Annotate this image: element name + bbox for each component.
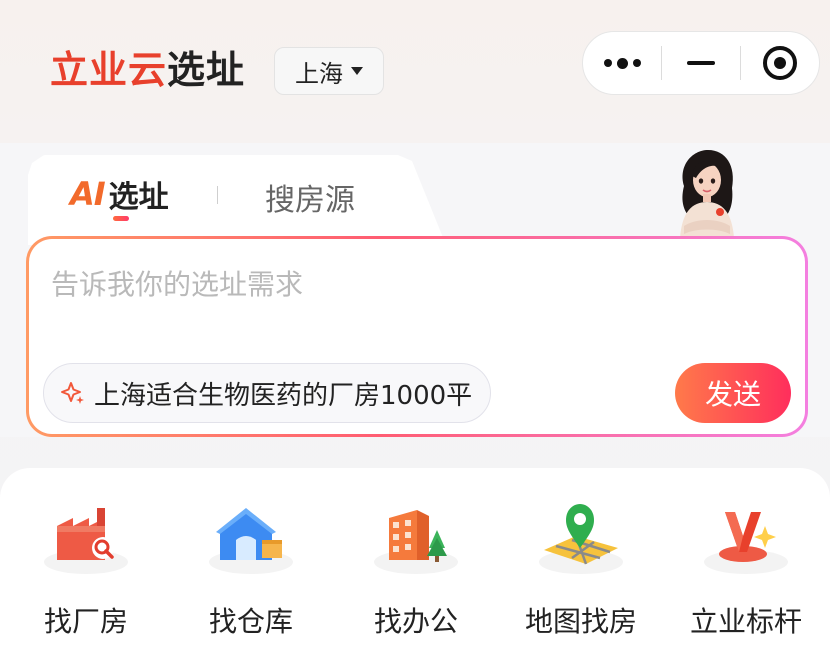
logo-suffix-text: 选址 [167, 48, 246, 92]
logo-brand-text: 立业云 [50, 48, 168, 92]
target-close-icon [763, 46, 797, 80]
tab-ai-select[interactable]: AI 选址 [70, 172, 169, 216]
tab-ai-label: 选址 [108, 180, 169, 215]
sparkle-icon [61, 382, 84, 404]
tab-active-indicator [113, 216, 129, 221]
entry-label: 找厂房 [43, 605, 128, 638]
caret-down-icon [351, 67, 363, 75]
warehouse-icon [209, 508, 293, 574]
factory-search-icon [44, 508, 128, 574]
entry-find-office[interactable]: 找办公 [351, 496, 481, 646]
city-selector[interactable]: 上海 [274, 47, 384, 95]
entry-benchmark[interactable]: 立业标杆 [681, 496, 811, 646]
requirement-input[interactable]: 告诉我你的选址需求 [51, 263, 303, 303]
entry-label: 找办公 [373, 605, 458, 638]
benchmark-trophy-icon [704, 512, 788, 574]
suggestion-text: 上海适合生物医药的厂房1000平 [94, 380, 473, 411]
entry-find-warehouse[interactable]: 找仓库 [186, 496, 316, 646]
entry-map-search[interactable]: 地图找房 [516, 496, 646, 646]
more-dots-icon [603, 57, 641, 69]
ai-logo-icon: AI [70, 175, 106, 213]
map-pin-icon [539, 504, 623, 574]
quick-entry-grid: 找厂房 找仓库 找办公 地图找房 立业标杆 [0, 468, 830, 667]
entry-label: 立业标杆 [689, 605, 802, 638]
entry-find-factory[interactable]: 找厂房 [21, 496, 151, 646]
tab-search-listings[interactable]: 搜房源 [265, 175, 355, 219]
entry-label: 地图找房 [524, 605, 637, 638]
entry-label: 找仓库 [208, 605, 293, 638]
city-label: 上海 [295, 59, 343, 88]
tab-divider [217, 186, 218, 204]
minimize-icon [687, 61, 715, 65]
requirement-input-inner: 告诉我你的选址需求 上海适合生物医药的厂房1000平 发送 [29, 239, 805, 434]
assistant-avatar [680, 150, 734, 238]
miniprogram-capsule [582, 31, 820, 95]
close-button[interactable] [741, 32, 819, 94]
office-building-icon [374, 510, 458, 574]
requirement-input-box: 告诉我你的选址需求 上海适合生物医药的厂房1000平 发送 [26, 236, 808, 437]
app-logo: 立业云 选址 [50, 48, 245, 92]
send-button[interactable]: 发送 [675, 363, 791, 423]
minimize-button[interactable] [662, 32, 740, 94]
suggestion-chip[interactable]: 上海适合生物医药的厂房1000平 [43, 363, 491, 423]
more-button[interactable] [583, 32, 661, 94]
